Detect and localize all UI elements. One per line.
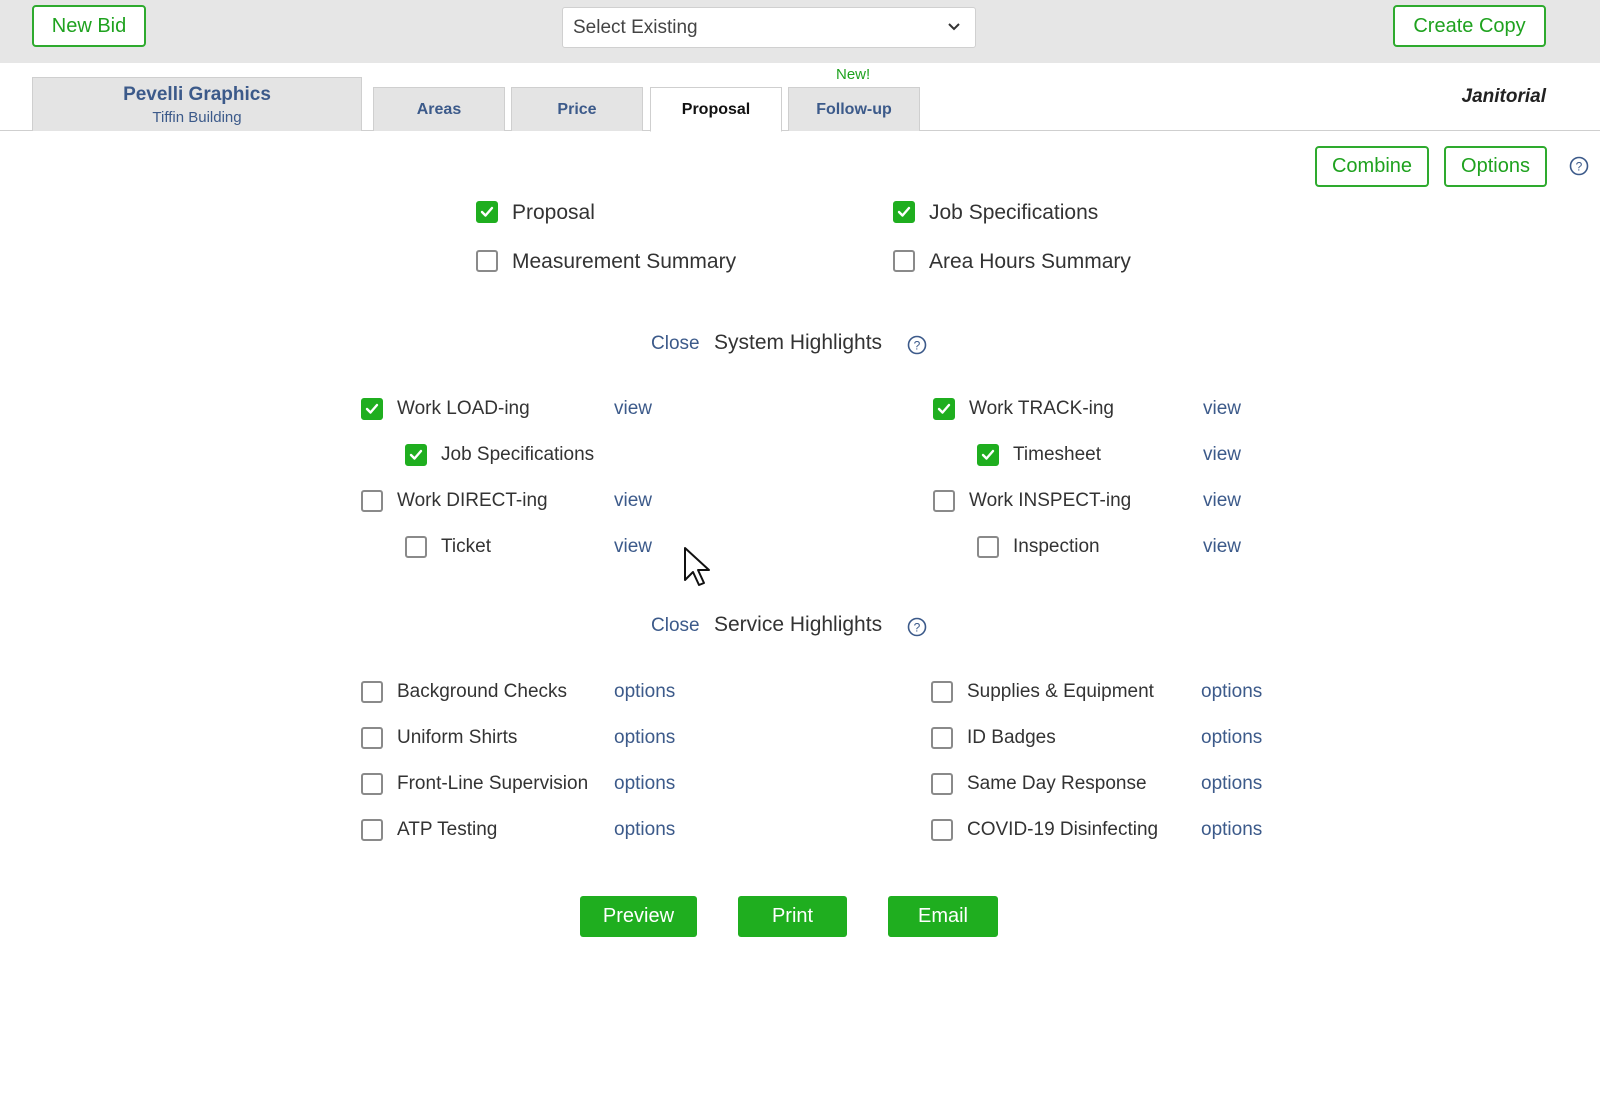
uniform-shirts-options-link[interactable]: options [614,727,675,749]
svg-text:?: ? [914,621,921,635]
same-day-response-label: Same Day Response [967,773,1147,794]
create-copy-button[interactable]: Create Copy [1393,5,1546,47]
work-loading-label: Work LOAD-ing [397,398,530,419]
service-highlights-help-icon[interactable]: ? [907,617,927,637]
checkmark-icon [480,206,494,217]
system-highlights-close[interactable]: Close [651,333,700,355]
ticket-label: Ticket [441,536,491,557]
new-badge: New! [836,66,871,83]
tab-price[interactable]: Price [511,87,643,131]
checkmark-icon [981,449,995,460]
checkmark-icon [937,403,951,414]
new-bid-button[interactable]: New Bid [32,5,146,47]
supplies-equipment-options-link[interactable]: options [1201,681,1262,703]
ticket-checkbox[interactable] [405,536,427,558]
tab-proposal[interactable]: Proposal [650,87,782,132]
select-existing-value: Select Existing [573,16,698,38]
mouse-cursor-icon [684,547,710,586]
atp-testing-label: ATP Testing [397,819,498,840]
work-tracking-checkbox[interactable] [933,398,955,420]
front-line-supervision-options-link[interactable]: options [614,773,675,795]
service-highlights-title: Service Highlights [714,613,883,636]
proposal-label: Proposal [512,201,595,224]
help-icon[interactable]: ? [1569,156,1589,176]
measurement-summary-checkbox[interactable] [476,250,498,272]
preview-button[interactable]: Preview [580,896,697,937]
work-inspecting-label: Work INSPECT-ing [969,490,1132,511]
work-tracking-view-link[interactable]: view [1203,398,1241,420]
background-checks-checkbox[interactable] [361,681,383,703]
work-tracking-label: Work TRACK-ing [969,398,1114,419]
options-button[interactable]: Options [1444,146,1547,187]
job-specifications-checkbox[interactable] [893,201,915,223]
svg-text:?: ? [914,339,921,353]
id-badges-options-link[interactable]: options [1201,727,1262,749]
checkmark-icon [365,403,379,414]
ticket-view-link[interactable]: view [614,536,652,558]
client-building: Tiffin Building [152,109,242,126]
email-button[interactable]: Email [888,896,998,937]
system-highlights-help-icon[interactable]: ? [907,335,927,355]
inspection-view-link[interactable]: view [1203,536,1241,558]
inspection-label: Inspection [1013,536,1100,557]
combine-button[interactable]: Combine [1315,146,1429,187]
proposal-checkbox[interactable] [476,201,498,223]
tab-areas[interactable]: Areas [373,87,505,131]
background-checks-label: Background Checks [397,681,568,702]
checkmark-icon [897,206,911,217]
id-badges-label: ID Badges [967,727,1056,748]
work-directing-view-link[interactable]: view [614,490,652,512]
work-directing-checkbox[interactable] [361,490,383,512]
chevron-down-icon [948,23,960,31]
id-badges-checkbox[interactable] [931,727,953,749]
client-tab[interactable]: Pevelli Graphics Tiffin Building [32,77,362,131]
service-highlights-close[interactable]: Close [651,615,700,637]
atp-testing-options-link[interactable]: options [614,819,675,841]
timesheet-view-link[interactable]: view [1203,444,1241,466]
area-hours-summary-label: Area Hours Summary [929,250,1131,273]
tab-follow-up[interactable]: Follow-up [788,87,920,131]
select-existing-dropdown[interactable]: Select Existing [562,7,976,48]
timesheet-label: Timesheet [1013,444,1101,465]
work-loading-view-link[interactable]: view [614,398,652,420]
work-inspecting-checkbox[interactable] [933,490,955,512]
work-directing-label: Work DIRECT-ing [397,490,548,511]
job-specifications-sub-checkbox[interactable] [405,444,427,466]
front-line-supervision-label: Front-Line Supervision [397,773,589,794]
front-line-supervision-checkbox[interactable] [361,773,383,795]
job-specifications-label: Job Specifications [929,201,1099,224]
job-specifications-sub-label: Job Specifications [441,444,595,465]
checkmark-icon [409,449,423,460]
covid-19-disinfecting-checkbox[interactable] [931,819,953,841]
covid-19-disinfecting-options-link[interactable]: options [1201,819,1262,841]
supplies-equipment-label: Supplies & Equipment [967,681,1154,702]
area-hours-summary-checkbox[interactable] [893,250,915,272]
work-inspecting-view-link[interactable]: view [1203,490,1241,512]
same-day-response-options-link[interactable]: options [1201,773,1262,795]
svg-text:?: ? [1576,160,1583,174]
uniform-shirts-label: Uniform Shirts [397,727,518,748]
timesheet-checkbox[interactable] [977,444,999,466]
supplies-equipment-checkbox[interactable] [931,681,953,703]
service-type-label: Janitorial [1461,86,1546,107]
client-name: Pevelli Graphics [123,84,271,105]
print-button[interactable]: Print [738,896,847,937]
covid-19-disinfecting-label: COVID-19 Disinfecting [967,819,1159,840]
work-loading-checkbox[interactable] [361,398,383,420]
same-day-response-checkbox[interactable] [931,773,953,795]
system-highlights-title: System Highlights [714,331,883,354]
measurement-summary-label: Measurement Summary [512,250,737,273]
uniform-shirts-checkbox[interactable] [361,727,383,749]
inspection-checkbox[interactable] [977,536,999,558]
atp-testing-checkbox[interactable] [361,819,383,841]
background-checks-options-link[interactable]: options [614,681,675,703]
